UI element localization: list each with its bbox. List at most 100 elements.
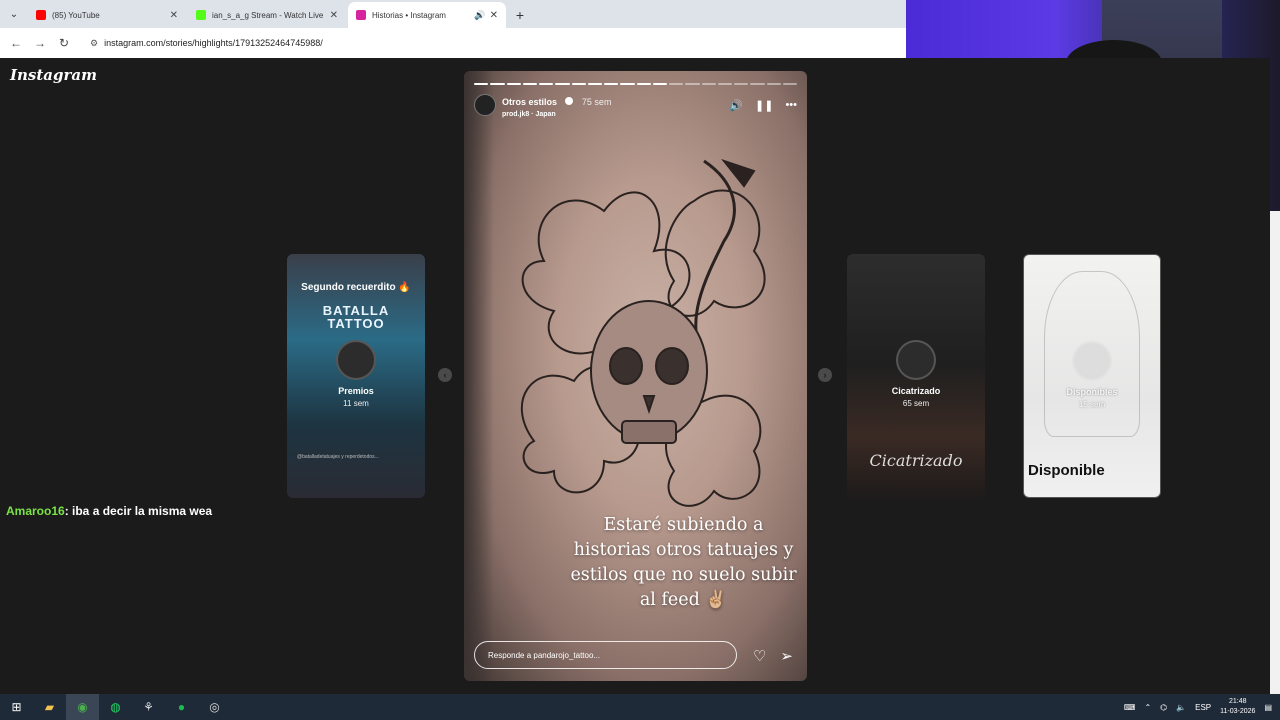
- file-explorer-icon[interactable]: ▰: [33, 694, 66, 720]
- story-progress-bar: [474, 83, 797, 85]
- reload-icon[interactable]: ↻: [52, 36, 76, 50]
- tab-kick-stream[interactable]: ian_s_a_g Stream - Watch Live ✕: [188, 2, 346, 28]
- chat-message: Amaroo16: iba a decir la misma wea: [6, 504, 212, 518]
- chrome-icon[interactable]: ◉: [66, 694, 99, 720]
- tab-title: ian_s_a_g Stream - Watch Live: [212, 10, 324, 20]
- highlight-card-premios[interactable]: Segundo recuerdito 🔥 BATALLA TATTOO Prem…: [287, 254, 425, 498]
- tab-title: Historias • Instagram: [372, 10, 446, 20]
- tab-youtube[interactable]: (85) YouTube ✕: [28, 2, 186, 28]
- progress-segment: [539, 83, 554, 85]
- highlight-age: 65 sem: [902, 399, 930, 408]
- speaker-icon[interactable]: 🔊: [474, 10, 485, 21]
- card-script-text: Cicatrizado: [869, 451, 963, 470]
- tattoo-photo: [520, 158, 766, 507]
- close-tab-icon[interactable]: ✕: [330, 10, 338, 21]
- progress-segment: [652, 83, 667, 85]
- story-music[interactable]: prod.jk8 · Japan: [502, 111, 611, 118]
- clock-date: 11-03-2026: [1220, 708, 1256, 715]
- tab-title: (85) YouTube: [52, 10, 100, 20]
- windows-start-icon[interactable]: ⊞: [0, 694, 33, 720]
- url-text: instagram.com/stories/highlights/1791325…: [104, 38, 323, 48]
- system-tray: ⌨ ⌃ ⌬ 🔈 ESP 21:48 11-03-2026 ▤: [1124, 697, 1280, 717]
- progress-segment: [669, 83, 684, 85]
- progress-segment: [685, 83, 700, 85]
- notifications-icon[interactable]: ▤: [1264, 703, 1272, 712]
- story-caption: Estaré subiendo a historias otros tatuaj…: [570, 515, 797, 610]
- language-indicator[interactable]: ESP: [1195, 703, 1211, 712]
- instagram-icon: [356, 10, 366, 20]
- chat-username: Amaroo16: [6, 504, 65, 518]
- previous-story-icon[interactable]: ‹: [438, 368, 452, 382]
- scrollbar[interactable]: [1270, 211, 1280, 694]
- progress-segment: [620, 83, 635, 85]
- taskbar: ⊞ ▰ ◉ ◍ ⚘ ● ◎ ⌨ ⌃ ⌬ 🔈 ESP 21:48 11-03-20…: [0, 694, 1280, 720]
- chat-text: : iba a decir la misma wea: [64, 504, 213, 518]
- spotify-icon[interactable]: ●: [165, 694, 198, 720]
- story-shadow: [464, 71, 494, 681]
- kick-icon: [196, 10, 206, 20]
- keyboard-icon[interactable]: ⌨: [1124, 703, 1136, 712]
- reply-input[interactable]: Responde a pandarojo_tattoo...: [474, 641, 737, 669]
- card-top-text: Segundo recuerdito 🔥: [301, 282, 411, 293]
- progress-segment: [587, 83, 602, 85]
- highlight-card-disponibles[interactable]: Disponibles 15 sem Disponible: [1023, 254, 1161, 498]
- progress-segment: [604, 83, 619, 85]
- progress-segment: [571, 83, 586, 85]
- forward-icon[interactable]: →: [28, 36, 52, 50]
- highlight-age: 11 sem: [343, 399, 369, 408]
- highlight-title: Disponibles: [1066, 387, 1118, 397]
- app-icon[interactable]: ⚘: [132, 694, 165, 720]
- browser-tab-strip: ⌄ (85) YouTube ✕ ian_s_a_g Stream - Watc…: [0, 0, 906, 28]
- instagram-logo[interactable]: Instagram: [10, 66, 97, 84]
- highlight-avatar: [336, 340, 376, 380]
- tray-chevron-icon[interactable]: ⌃: [1144, 703, 1151, 712]
- story-time: 75 sem: [581, 97, 612, 107]
- back-icon[interactable]: ←: [4, 36, 28, 50]
- story-avatar[interactable]: [474, 94, 496, 116]
- clock[interactable]: 21:48 11-03-2026: [1220, 697, 1255, 717]
- verified-icon: [565, 96, 574, 105]
- progress-segment: [734, 83, 749, 85]
- highlight-avatar: [1072, 341, 1112, 381]
- highlight-title: Cicatrizado: [891, 386, 941, 396]
- clock-time: 21:48: [1229, 698, 1247, 705]
- url-field[interactable]: ⚙ instagram.com/stories/highlights/17913…: [84, 32, 898, 54]
- card-word-text: Disponible: [1028, 462, 1105, 479]
- progress-segment: [474, 83, 489, 85]
- next-story-icon[interactable]: ›: [818, 368, 832, 382]
- volume-icon[interactable]: 🔊: [729, 99, 743, 112]
- share-send-icon[interactable]: ➢: [780, 647, 793, 665]
- progress-segment: [506, 83, 521, 85]
- whatsapp-icon[interactable]: ◍: [99, 694, 132, 720]
- story-header: Otros estilos 75 sem prod.jk8 · Japan 🔊 …: [474, 93, 797, 118]
- more-options-icon[interactable]: •••: [785, 99, 797, 111]
- obs-icon[interactable]: ◎: [198, 694, 231, 720]
- highlight-title: Premios: [338, 386, 374, 396]
- progress-segment: [766, 83, 781, 85]
- progress-segment: [750, 83, 765, 85]
- progress-segment: [701, 83, 716, 85]
- tab-search-button[interactable]: ⌄: [0, 0, 28, 28]
- highlight-avatar: [896, 340, 936, 380]
- story-username[interactable]: Otros estilos: [502, 97, 557, 107]
- pause-icon[interactable]: ❚❚: [755, 99, 773, 112]
- progress-segment: [522, 83, 537, 85]
- site-info-icon[interactable]: ⚙: [90, 38, 98, 49]
- network-icon[interactable]: ⌬: [1160, 703, 1167, 712]
- progress-segment: [782, 83, 797, 85]
- progress-segment: [555, 83, 570, 85]
- tab-instagram-stories[interactable]: Historias • Instagram 🔊 ✕: [348, 2, 506, 28]
- address-bar: ← → ↻ ⚙ instagram.com/stories/highlights…: [0, 28, 906, 58]
- progress-segment: [636, 83, 651, 85]
- close-tab-icon[interactable]: ✕: [170, 10, 178, 21]
- volume-tray-icon[interactable]: 🔈: [1176, 703, 1186, 712]
- new-tab-button[interactable]: +: [508, 2, 532, 28]
- progress-segment: [490, 83, 505, 85]
- highlight-card-cicatrizado[interactable]: Cicatrizado 65 sem Cicatrizado: [847, 254, 985, 498]
- close-tab-icon[interactable]: ✕: [490, 10, 498, 21]
- instagram-stories-page: Instagram Segundo recuerdito 🔥 BATALLA T…: [0, 58, 1270, 694]
- like-heart-icon[interactable]: ♡: [753, 647, 766, 665]
- story-viewer[interactable]: Otros estilos 75 sem prod.jk8 · Japan 🔊 …: [464, 71, 807, 681]
- highlight-age: 15 sem: [1078, 400, 1106, 409]
- youtube-icon: [36, 10, 46, 20]
